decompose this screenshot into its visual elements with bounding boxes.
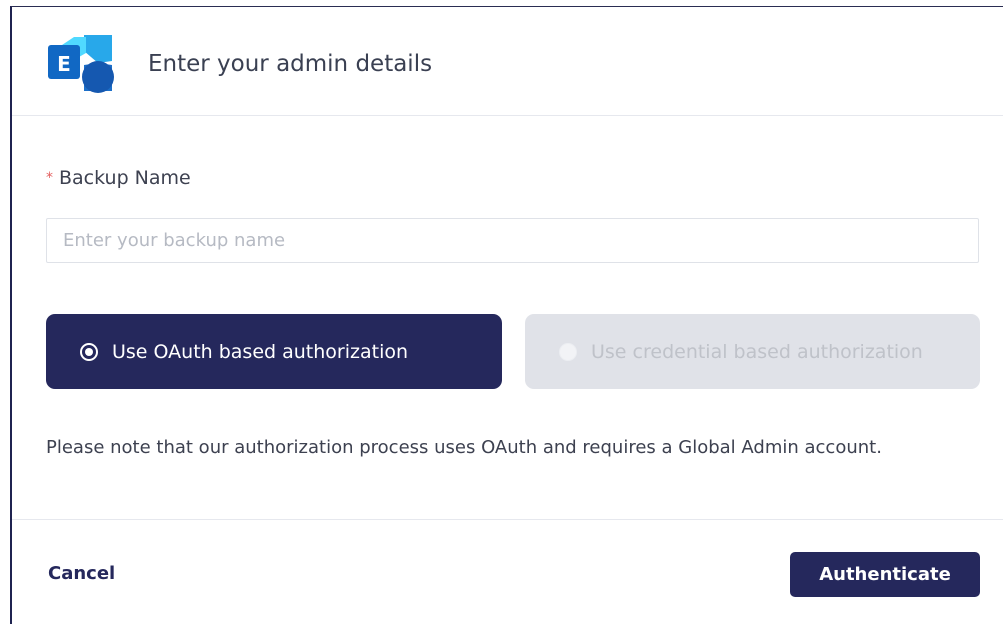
backup-name-label: * Backup Name xyxy=(46,167,191,189)
logo-letter: E xyxy=(57,52,71,76)
footer-divider xyxy=(12,519,1003,520)
credential-radio[interactable] xyxy=(559,342,577,361)
oauth-note: Please note that our authorization proce… xyxy=(46,437,882,458)
dialog-header: E Enter your admin details xyxy=(12,7,1003,116)
cancel-button[interactable]: Cancel xyxy=(48,563,115,584)
required-asterisk: * xyxy=(46,170,53,186)
credential-option-label: Use credential based authorization xyxy=(591,340,923,363)
authenticate-button[interactable]: Authenticate xyxy=(790,552,980,597)
oauth-option[interactable]: Use OAuth based authorization xyxy=(46,314,502,389)
oauth-radio[interactable] xyxy=(80,342,98,361)
backup-name-input[interactable] xyxy=(46,218,979,263)
admin-details-dialog: E Enter your admin details * Backup Name … xyxy=(10,6,1003,624)
backup-name-label-text: Backup Name xyxy=(59,167,191,189)
credential-option[interactable]: Use credential based authorization xyxy=(525,314,980,389)
exchange-logo-icon: E xyxy=(48,35,114,93)
oauth-option-label: Use OAuth based authorization xyxy=(112,340,409,363)
dialog-title: Enter your admin details xyxy=(148,51,433,77)
